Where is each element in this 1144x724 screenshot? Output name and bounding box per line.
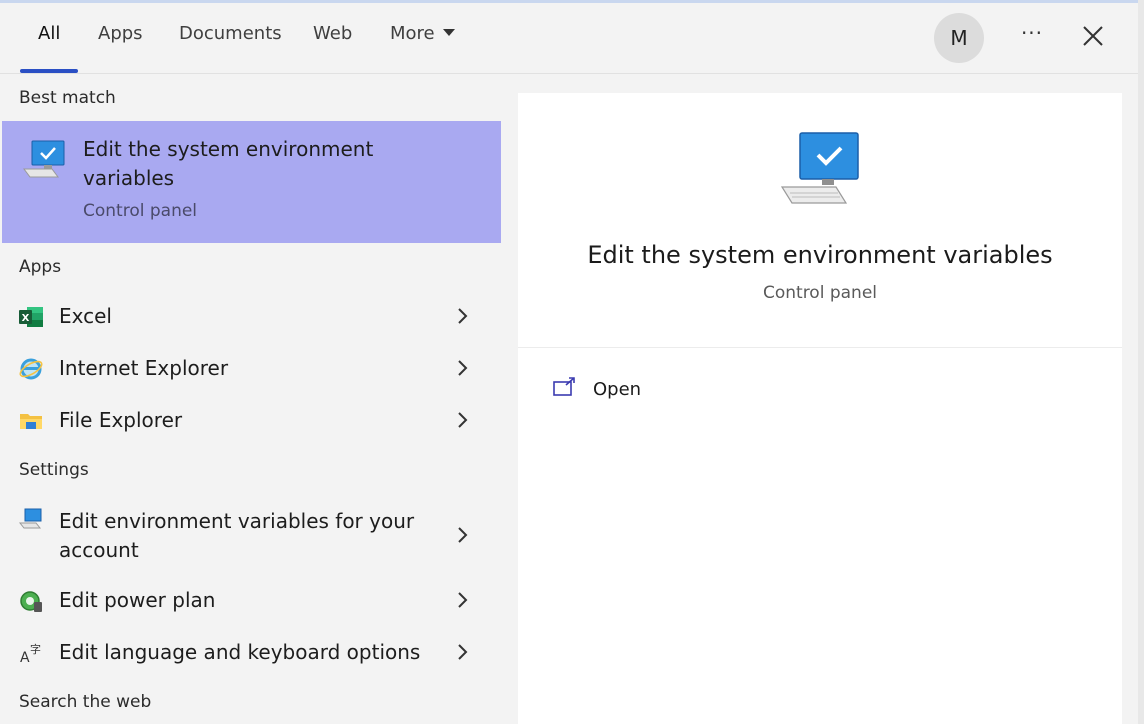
open-action-label: Open	[593, 379, 642, 400]
excel-icon: X	[19, 307, 43, 327]
app-item-file-explorer[interactable]: File Explorer	[0, 395, 500, 445]
chevron-right-icon	[458, 644, 468, 660]
chevron-right-icon	[458, 527, 468, 543]
start-search-window: All Apps Documents Web More M ··· Best m…	[0, 0, 1144, 724]
settings-header: Settings	[19, 460, 89, 480]
settings-item-label: Edit language and keyboard options	[59, 640, 421, 664]
detail-subtitle: Control panel	[762, 283, 878, 303]
app-item-internet-explorer[interactable]: Internet Explorer	[0, 343, 500, 393]
close-button[interactable]	[1076, 19, 1110, 53]
svg-text:X: X	[22, 313, 30, 324]
folder-icon	[20, 414, 42, 429]
settings-item-power-plan[interactable]: Edit power plan	[0, 575, 500, 625]
open-icon	[553, 377, 575, 396]
internet-explorer-icon	[19, 358, 43, 380]
app-item-label: Excel	[59, 304, 112, 328]
power-plan-icon	[20, 591, 42, 612]
env-settings-icon	[18, 508, 42, 529]
tab-apps[interactable]: Apps	[98, 23, 143, 51]
active-tab-indicator	[20, 69, 78, 73]
tab-more[interactable]: More	[390, 23, 455, 51]
detail-pane: Edit the system environment variables Co…	[518, 93, 1122, 724]
search-header: All Apps Documents Web More M ···	[0, 3, 1144, 74]
open-action[interactable]: Open	[548, 373, 748, 407]
chevron-right-icon	[458, 592, 468, 608]
tab-web[interactable]: Web	[313, 23, 352, 51]
svg-text:A: A	[20, 650, 30, 666]
search-the-web-header: Search the web	[19, 692, 152, 712]
chevron-right-icon	[458, 360, 468, 376]
app-item-label: File Explorer	[59, 408, 183, 432]
settings-item-label: Edit power plan	[59, 588, 216, 612]
best-match-header: Best match	[19, 88, 116, 108]
close-icon	[1083, 26, 1103, 46]
detail-title: Edit the system environment variables	[587, 241, 1053, 269]
detail-summary: Edit the system environment variables Co…	[518, 93, 1122, 348]
settings-item-env-variables[interactable]: Edit environment variables for your acco…	[0, 499, 500, 571]
tab-more-label: More	[390, 23, 435, 44]
monitor-check-icon	[23, 140, 65, 178]
settings-item-label: Edit environment variables for your acco…	[59, 509, 415, 562]
window-right-edge	[1138, 0, 1144, 724]
best-match-item[interactable]: Edit the system environment variables Co…	[2, 121, 501, 243]
app-item-excel[interactable]: X Excel	[0, 291, 500, 341]
svg-text:字: 字	[30, 642, 41, 656]
monitor-check-icon	[780, 132, 859, 204]
tab-all[interactable]: All	[38, 23, 60, 51]
more-options-button[interactable]: ···	[1014, 21, 1050, 51]
caret-down-icon	[442, 28, 455, 36]
results-list: Best match Edit the system environment v…	[0, 75, 516, 724]
best-match-subtitle: Control panel	[83, 201, 198, 221]
best-match-title: Edit the system environment variables	[83, 137, 374, 190]
chevron-right-icon	[458, 412, 468, 428]
language-icon: A 字	[20, 642, 41, 666]
tab-documents[interactable]: Documents	[179, 23, 282, 51]
chevron-right-icon	[458, 308, 468, 324]
app-item-label: Internet Explorer	[59, 356, 229, 380]
apps-header: Apps	[19, 257, 62, 277]
user-avatar[interactable]: M	[934, 13, 984, 63]
settings-item-language-keyboard[interactable]: A 字 Edit language and keyboard options	[0, 627, 500, 677]
